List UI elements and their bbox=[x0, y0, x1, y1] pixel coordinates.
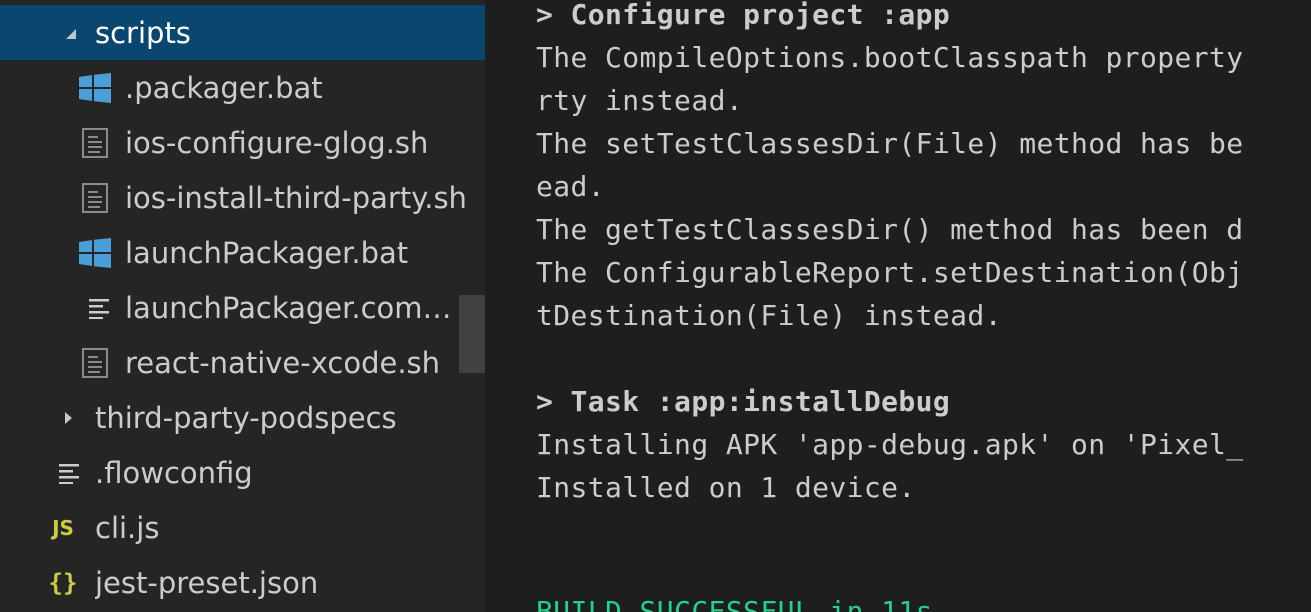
build-status-line: BUILD SUCCESSFUL in 11s bbox=[536, 595, 933, 612]
tree-item-third-party-podspecs[interactable]: third-party-podspecs bbox=[0, 390, 485, 445]
tree-item-label: ios-install-third-party.sh bbox=[125, 180, 467, 215]
sidebar-scrollbar-thumb[interactable] bbox=[459, 295, 485, 373]
tree-item-launchpackager-command[interactable]: launchPackager.comm... bbox=[0, 280, 485, 335]
terminal-line: The ConfigurableReport.setDestination(Ob… bbox=[536, 256, 1244, 289]
tree-item-label: jest-preset.json bbox=[95, 565, 319, 600]
terminal-line: The getTestClassesDir() method has been … bbox=[536, 213, 1244, 246]
tree-item-launchpackager-bat[interactable]: launchPackager.bat bbox=[0, 225, 485, 280]
tree-item-react-native-xcode[interactable]: react-native-xcode.sh bbox=[0, 335, 485, 390]
terminal-line: tDestination(File) instead. bbox=[536, 299, 1002, 332]
tree-item-label: launchPackager.comm... bbox=[125, 290, 470, 325]
tree-item-label: launchPackager.bat bbox=[125, 235, 409, 270]
tree-item-scripts[interactable]: scripts bbox=[0, 5, 485, 60]
tree-item-cli-js[interactable]: JS cli.js bbox=[0, 500, 485, 555]
file-text-icon bbox=[78, 126, 112, 160]
chevron-right-icon[interactable] bbox=[58, 408, 78, 428]
tree-item-label: scripts bbox=[95, 15, 191, 50]
chevron-down-icon[interactable] bbox=[60, 23, 80, 43]
terminal-line: Installed on 1 device. bbox=[536, 471, 916, 504]
terminal-line: > Task :app:installDebug bbox=[536, 385, 951, 418]
windows-icon bbox=[78, 71, 112, 105]
file-text-icon bbox=[78, 181, 112, 215]
terminal-line: Installing APK 'app-debug.apk' on 'Pixel… bbox=[536, 428, 1244, 461]
terminal-line: ead. bbox=[536, 170, 606, 203]
tree-item-label: ios-configure-glog.sh bbox=[125, 125, 429, 160]
json-icon: {} bbox=[48, 568, 78, 597]
tree-item-label: third-party-podspecs bbox=[95, 400, 397, 435]
tree-item-jest-preset-json[interactable]: {} jest-preset.json bbox=[0, 555, 485, 610]
tree-item-ios-configure-glog[interactable]: ios-configure-glog.sh bbox=[0, 115, 485, 170]
tree-item-packager-bat[interactable]: .packager.bat bbox=[0, 60, 485, 115]
terminal-line: > Configure project :app bbox=[536, 0, 951, 31]
terminal-line: The setTestClassesDir(File) method has b… bbox=[536, 127, 1244, 160]
windows-icon bbox=[78, 236, 112, 270]
tree-item-label: .flowconfig bbox=[95, 455, 253, 490]
terminal-line: rty instead. bbox=[536, 84, 744, 117]
terminal-output[interactable]: > Configure project :app The CompileOpti… bbox=[485, 0, 1311, 612]
js-icon: JS bbox=[52, 515, 74, 540]
tree-item-label: cli.js bbox=[95, 510, 160, 545]
lines-icon bbox=[82, 291, 116, 325]
tree-item-label: .packager.bat bbox=[125, 70, 323, 105]
lines-icon bbox=[52, 456, 86, 490]
tree-item-flowconfig[interactable]: .flowconfig bbox=[0, 445, 485, 500]
terminal-line: The CompileOptions.bootClasspath propert… bbox=[536, 41, 1244, 74]
tree-item-label: react-native-xcode.sh bbox=[125, 345, 441, 380]
explorer-sidebar: scripts .packager.bat ios-configure-glog… bbox=[0, 0, 485, 612]
tree-item-ios-install-third-party[interactable]: ios-install-third-party.sh bbox=[0, 170, 485, 225]
file-text-icon bbox=[78, 346, 112, 380]
